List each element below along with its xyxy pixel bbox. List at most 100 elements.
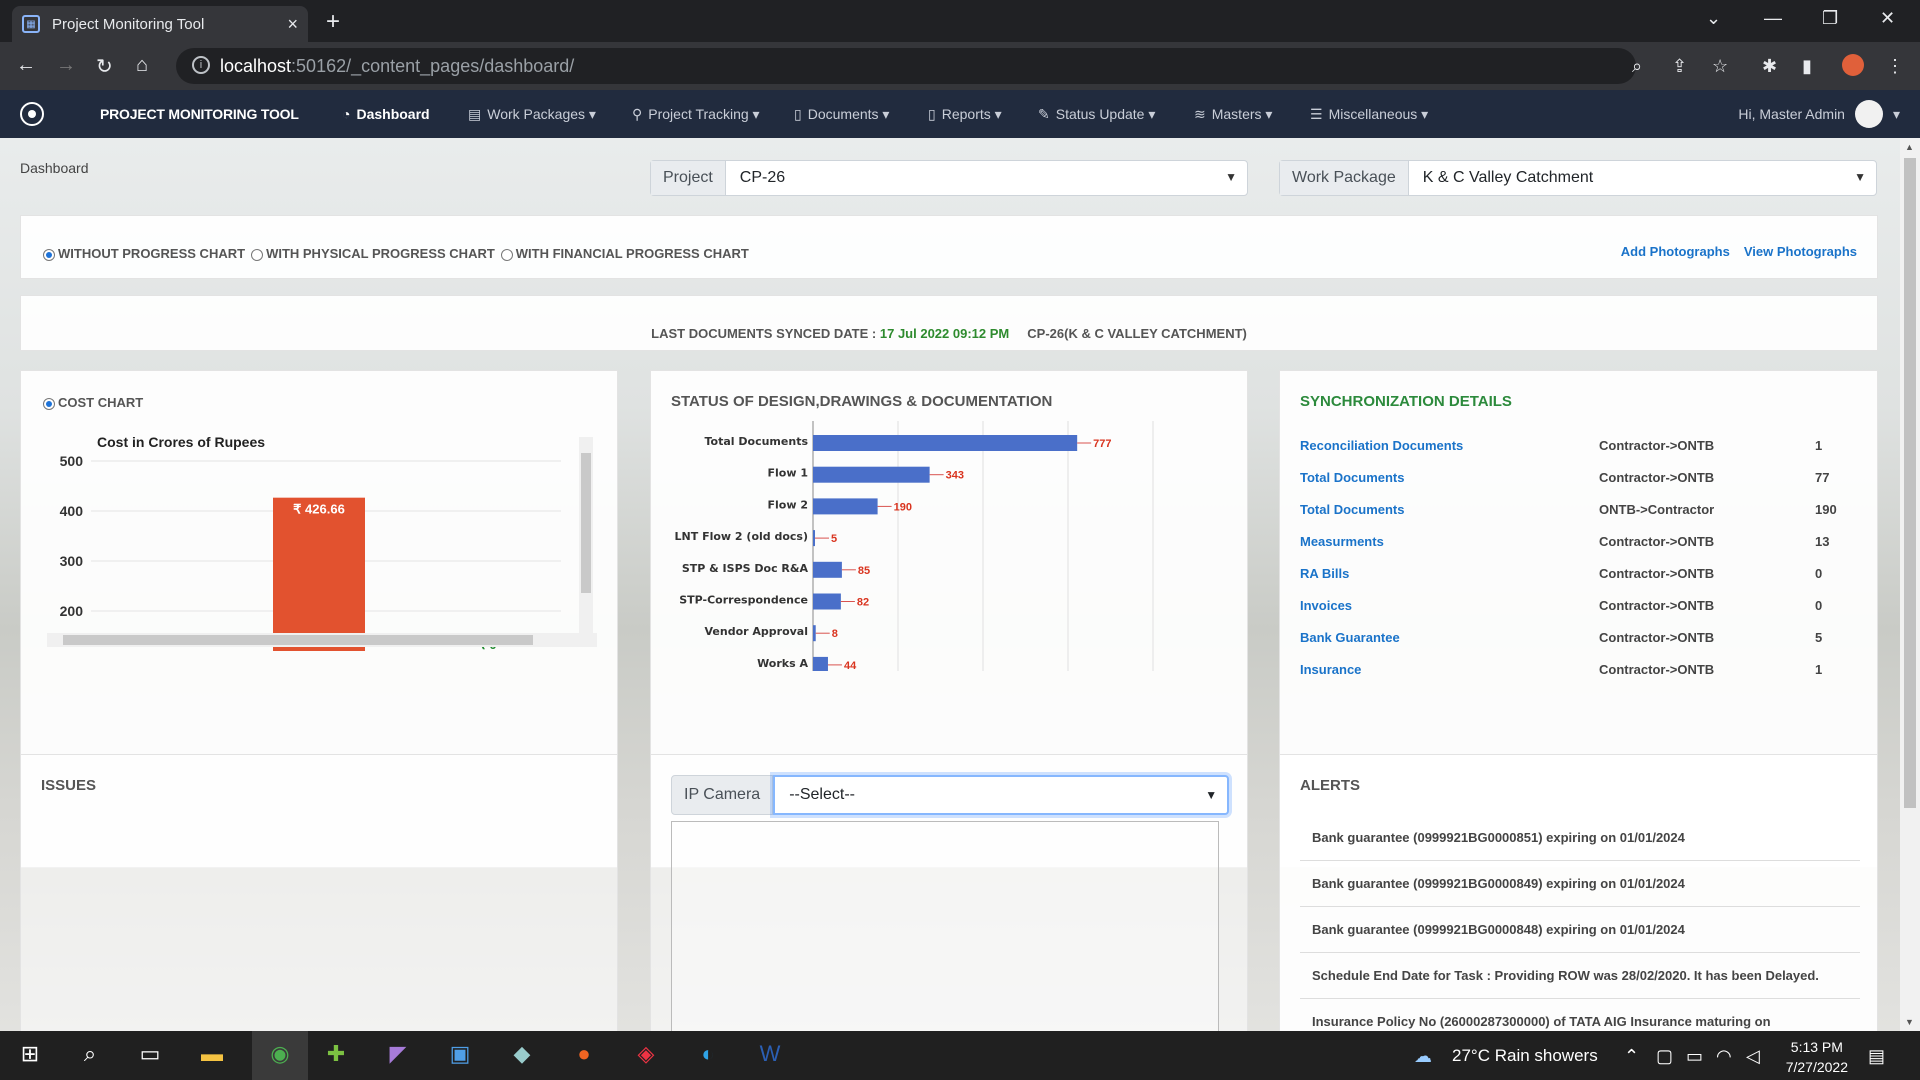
nav-miscellaneous[interactable]: ☰ Miscellaneous ▾ — [1310, 106, 1428, 123]
chart-vertical-scrollbar[interactable] — [579, 437, 593, 633]
anydesk-icon[interactable]: ◈ — [626, 1041, 666, 1067]
cost-chart-radio[interactable]: COST CHART — [43, 395, 143, 410]
url-path: :50162/_content_pages/dashboard/ — [291, 55, 575, 76]
add-photographs-link[interactable]: Add Photographs — [1621, 244, 1730, 259]
chrome-icon[interactable]: ◉ — [252, 1031, 308, 1080]
wifi-icon[interactable]: ◠ — [1716, 1046, 1732, 1067]
battery-icon[interactable]: ▭ — [1686, 1046, 1703, 1067]
radio-selected-icon — [43, 248, 55, 261]
app-brand[interactable]: PROJECT MONITORING TOOL — [100, 106, 299, 122]
meet-icon[interactable]: ▢ — [1656, 1046, 1673, 1067]
sync-row: RA Bills Contractor->ONTB 0 — [1300, 557, 1860, 589]
rdp-icon[interactable]: ▣ — [440, 1041, 480, 1067]
extensions-icon[interactable]: ✱ — [1762, 56, 1777, 77]
page-scrollbar[interactable]: ▲ ▼ — [1900, 138, 1920, 1031]
new-tab-icon[interactable]: + — [326, 8, 340, 36]
alerts-title: ALERTS — [1300, 777, 1360, 794]
task-view-icon[interactable]: ▭ — [130, 1041, 170, 1067]
chart-horizontal-scrollbar[interactable] — [47, 633, 597, 647]
site-info-icon[interactable]: i — [192, 56, 210, 74]
postman-icon[interactable]: ● — [564, 1041, 604, 1067]
status-bar — [813, 435, 1078, 451]
workpackage-value: K & C Valley Catchment — [1422, 169, 1594, 186]
sync-item-link[interactable]: Bank Guarantee — [1300, 630, 1599, 645]
home-icon[interactable]: ⌂ — [136, 54, 148, 77]
app-navbar: PROJECT MONITORING TOOL ◔ Dashboard ▤ Work… — [0, 90, 1920, 138]
tab-search-icon[interactable]: ⌄ — [1706, 8, 1721, 29]
category-label: Flow 1 — [768, 467, 809, 480]
sync-item-link[interactable]: RA Bills — [1300, 566, 1599, 581]
nav-dashboard[interactable]: ◔ Dashboard — [342, 106, 430, 122]
view-photographs-link[interactable]: View Photographs — [1744, 244, 1857, 259]
notification-icon[interactable]: ▤ — [1868, 1046, 1885, 1067]
nav-project-tracking[interactable]: ⚲ Project Tracking ▾ — [632, 106, 760, 123]
zoom-icon[interactable]: ⌕ — [1632, 56, 1642, 77]
system-clock[interactable]: 5:13 PM 7/27/2022 — [1786, 1037, 1848, 1077]
nav-masters[interactable]: ≋ Masters ▾ — [1194, 106, 1272, 123]
nav-label: Miscellaneous — [1328, 106, 1418, 122]
file-explorer-icon[interactable]: ▬ — [192, 1041, 232, 1067]
browser-tab[interactable]: ▦ Project Monitoring Tool × — [12, 6, 308, 42]
chevron-up-icon[interactable]: ⌃ — [1624, 1046, 1639, 1067]
nav-documents[interactable]: ▯ Documents ▾ — [794, 106, 889, 123]
workpackage-select[interactable]: Work Package K & C Valley Catchment ▼ — [1279, 160, 1877, 196]
nav-work-packages[interactable]: ▤ Work Packages ▾ — [468, 106, 596, 123]
project-value: CP-26 — [739, 169, 786, 186]
chart-option-group: WITHOUT PROGRESS CHART WITH PHYSICAL PRO… — [43, 246, 749, 261]
sync-row: Total Documents Contractor->ONTB 77 — [1300, 461, 1860, 493]
search-icon[interactable]: ⌕ — [70, 1041, 110, 1067]
share-icon[interactable]: ⇪ — [1672, 56, 1687, 77]
visual-studio-icon[interactable]: ◤ — [378, 1041, 418, 1067]
close-window-icon[interactable]: ✕ — [1880, 8, 1895, 29]
scrollbar-thumb[interactable] — [63, 635, 533, 645]
windows-start-icon[interactable]: ⊞ — [10, 1041, 50, 1067]
sync-item-link[interactable]: Invoices — [1300, 598, 1599, 613]
y-tick-label: 500 — [60, 453, 84, 469]
sync-row: Invoices Contractor->ONTB 0 — [1300, 589, 1860, 621]
nav-status-update[interactable]: ✎ Status Update ▾ — [1038, 106, 1155, 123]
speedometer-icon: ◔ — [342, 106, 351, 122]
minimize-icon[interactable]: — — [1764, 8, 1782, 29]
sync-item-link[interactable]: Insurance — [1300, 662, 1599, 677]
user-menu[interactable]: Hi, Master Admin ▾ — [1738, 100, 1900, 128]
reload-icon[interactable]: ↻ — [96, 54, 113, 79]
scrollbar-thumb[interactable] — [1904, 158, 1916, 808]
profile-avatar-icon[interactable] — [1842, 54, 1864, 76]
sync-item-link[interactable]: Measurments — [1300, 534, 1599, 549]
volume-icon[interactable]: ◁ — [1746, 1046, 1760, 1067]
ip-camera-select[interactable]: --Select-- ▼ — [773, 775, 1230, 815]
sync-item-link[interactable]: Total Documents — [1300, 502, 1599, 517]
weather-text[interactable]: 27°C Rain showers — [1452, 1046, 1598, 1066]
nav-reports[interactable]: ▯ Reports ▾ — [928, 106, 1002, 123]
side-panel-icon[interactable]: ▮ — [1802, 56, 1812, 77]
photo-links: Add Photographs View Photographs — [1621, 244, 1857, 259]
camera-feed-box — [671, 821, 1219, 1031]
word-icon[interactable]: W — [750, 1041, 790, 1067]
scrollbar-thumb[interactable] — [581, 453, 591, 593]
radio-physical-progress[interactable]: WITH PHYSICAL PROGRESS CHART — [251, 246, 495, 261]
radio-without-progress[interactable]: WITHOUT PROGRESS CHART — [43, 246, 245, 261]
cost-bar — [273, 497, 365, 651]
app-logo-icon[interactable] — [20, 102, 44, 126]
sync-item-link[interactable]: Total Documents — [1300, 470, 1599, 485]
alert-item: Insurance Policy No (26000287300000) of … — [1300, 999, 1860, 1031]
back-icon[interactable]: ← — [16, 54, 36, 77]
edge-icon[interactable]: ◐ — [688, 1041, 728, 1067]
weather-icon[interactable]: ☁ — [1414, 1046, 1432, 1067]
sync-item-link[interactable]: Reconciliation Documents — [1300, 438, 1599, 453]
forward-icon[interactable]: → — [56, 54, 76, 77]
project-select[interactable]: Project CP-26 ▼ — [650, 160, 1248, 196]
scroll-down-icon[interactable]: ▼ — [1905, 1017, 1914, 1027]
sync-direction: Contractor->ONTB — [1599, 597, 1715, 613]
browser-menu-icon[interactable]: ⋮ — [1886, 56, 1904, 77]
synchronization-title: SYNCHRONIZATION DETAILS — [1300, 393, 1512, 410]
address-bar[interactable]: i localhost:50162/_content_pages/dashboa… — [176, 48, 1636, 84]
bookmark-star-icon[interactable]: ☆ — [1712, 56, 1728, 77]
maximize-icon[interactable]: ❐ — [1822, 8, 1838, 29]
app-shortcut-icon[interactable]: ✚ — [316, 1041, 356, 1067]
cost-chart-label: COST CHART — [58, 395, 144, 410]
radio-financial-progress[interactable]: WITH FINANCIAL PROGRESS CHART — [500, 246, 749, 261]
notes-icon[interactable]: ◆ — [502, 1041, 542, 1067]
scroll-up-icon[interactable]: ▲ — [1905, 142, 1914, 152]
close-tab-icon[interactable]: × — [287, 14, 298, 35]
